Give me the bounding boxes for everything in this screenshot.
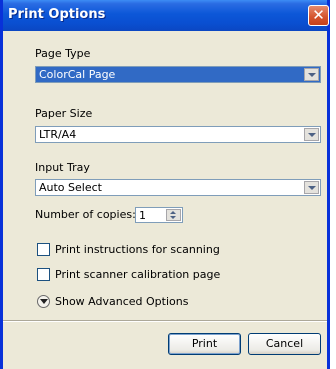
page-type-label: Page Type: [35, 47, 91, 60]
page-type-select[interactable]: ColorCal Page: [35, 66, 321, 83]
title-bar[interactable]: Print Options ✕: [3, 0, 329, 31]
page-type-value: ColorCal Page: [39, 68, 116, 81]
print-button[interactable]: Print: [168, 333, 241, 355]
chevron-down-icon[interactable]: [304, 181, 319, 194]
chevron-down-icon[interactable]: [304, 68, 319, 81]
print-calibration-label[interactable]: Print scanner calibration page: [55, 268, 220, 281]
input-tray-select[interactable]: Auto Select: [35, 179, 321, 196]
close-button[interactable]: ✕: [308, 5, 329, 26]
input-tray-label: Input Tray: [35, 161, 90, 174]
print-instructions-label[interactable]: Print instructions for scanning: [55, 243, 220, 256]
print-instructions-checkbox[interactable]: [37, 243, 50, 256]
window-title: Print Options: [8, 7, 106, 22]
show-advanced-options-link[interactable]: Show Advanced Options: [55, 295, 188, 308]
close-icon: ✕: [312, 6, 325, 24]
divider: [3, 320, 327, 322]
copies-value[interactable]: 1: [139, 209, 146, 222]
paper-size-label: Paper Size: [35, 107, 93, 120]
input-tray-value: Auto Select: [39, 181, 102, 194]
print-options-dialog: Print Options ✕ Page Type ColorCal Page …: [0, 0, 330, 369]
spinner-arrows-icon[interactable]: [166, 209, 181, 221]
paper-size-value: LTR/A4: [39, 128, 77, 141]
copies-label: Number of copies:: [35, 208, 136, 221]
expand-down-icon[interactable]: [37, 295, 50, 308]
chevron-down-icon[interactable]: [304, 128, 319, 141]
print-calibration-checkbox[interactable]: [37, 268, 50, 281]
cancel-button[interactable]: Cancel: [248, 333, 321, 355]
copies-stepper[interactable]: 1: [135, 207, 183, 223]
paper-size-select[interactable]: LTR/A4: [35, 126, 321, 143]
